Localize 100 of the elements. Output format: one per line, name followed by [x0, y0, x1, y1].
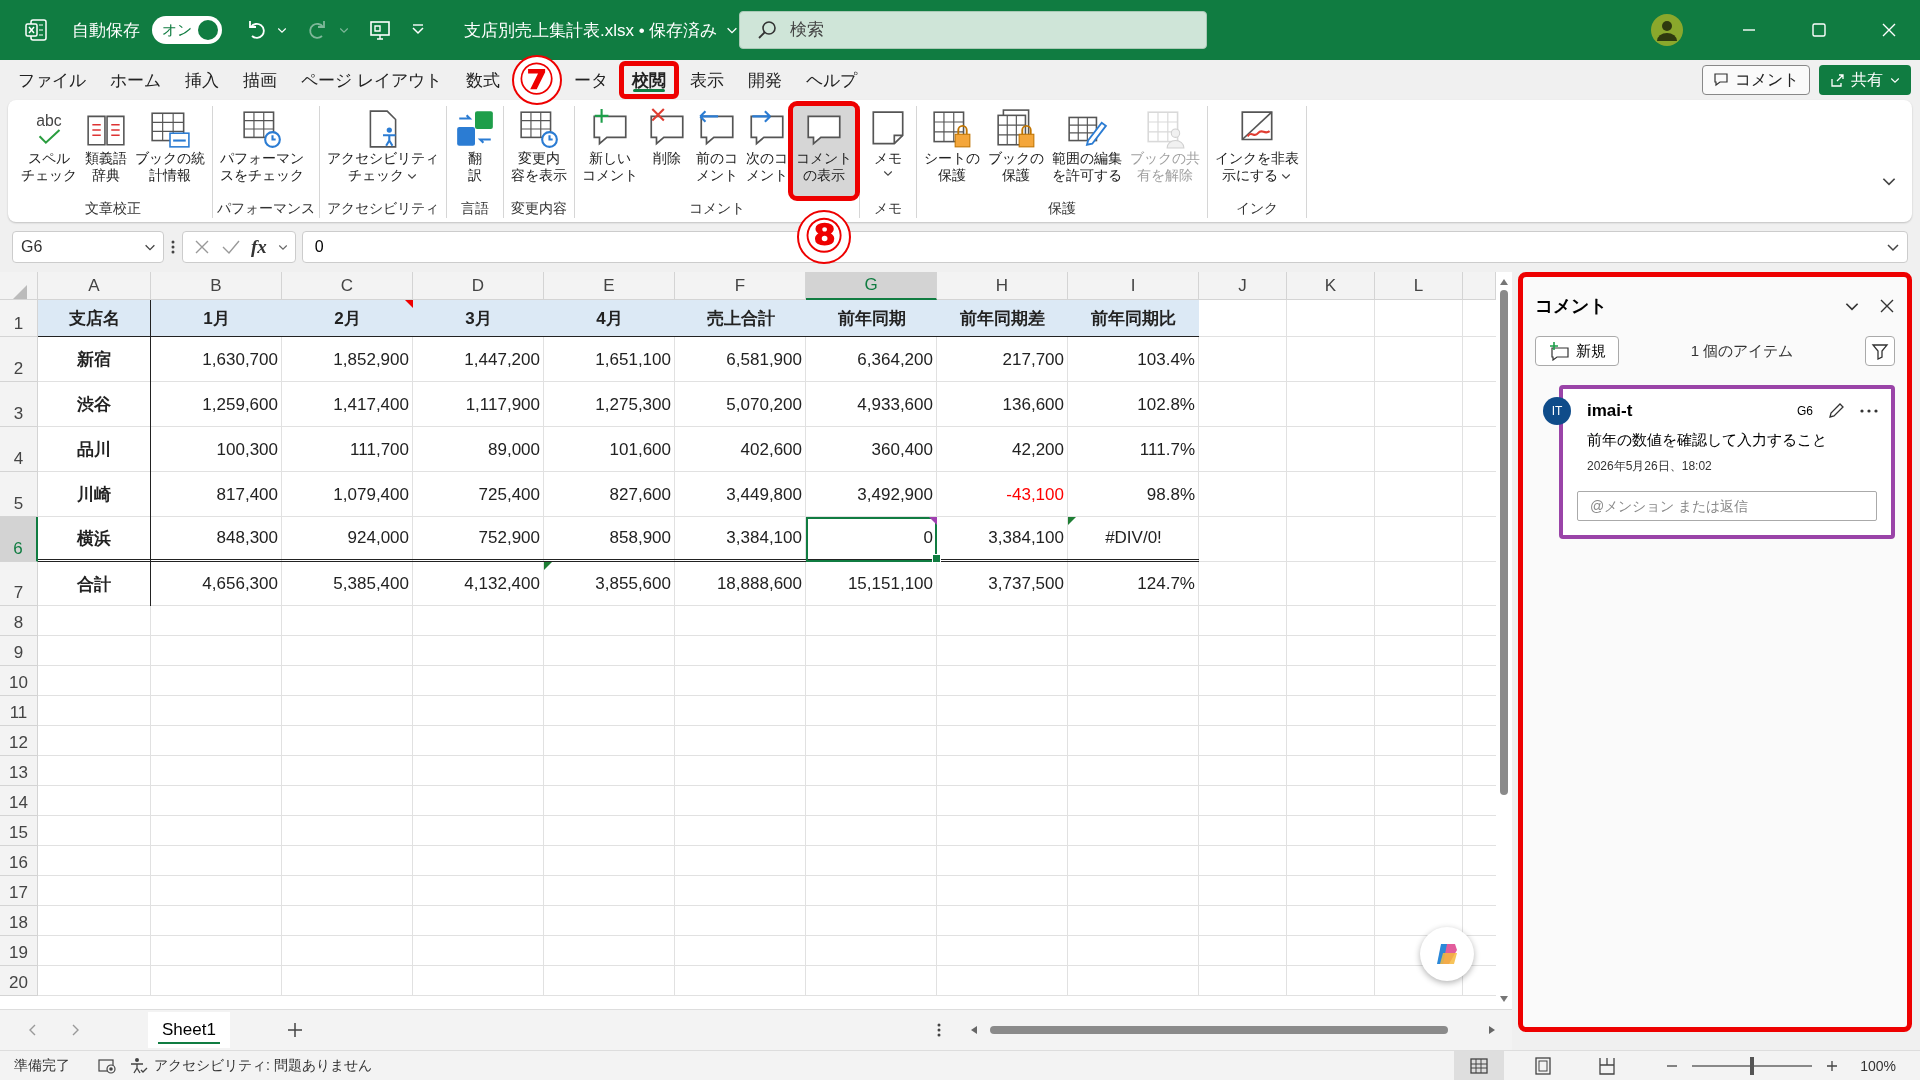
table-cell: 前年同期 — [806, 300, 937, 337]
row-header[interactable]: 10 — [0, 666, 38, 696]
more-options-icon[interactable] — [1859, 408, 1879, 414]
ribbon-tab[interactable]: ファイル — [7, 63, 97, 97]
cell-reference[interactable]: G6 — [1797, 404, 1813, 418]
row-header[interactable]: 1 — [0, 300, 38, 337]
column-header[interactable]: J — [1199, 272, 1287, 300]
row-header[interactable]: 19 — [0, 936, 38, 966]
ribbon-tab[interactable]: ページ レイアウト — [290, 63, 453, 97]
ribbon-button[interactable]: 新しい コメント — [579, 106, 641, 196]
ribbon-button[interactable]: 前のコ メント — [693, 106, 741, 196]
table-cell-text: 725,400 — [477, 483, 541, 506]
new-comment-button[interactable]: 新規 — [1535, 336, 1619, 366]
autosave-toggle[interactable]: オン — [152, 16, 222, 44]
document-title[interactable]: 支店別売上集計表.xlsx • 保存済み — [464, 18, 718, 42]
name-box[interactable]: G6 — [12, 231, 164, 263]
column-header[interactable]: B — [151, 272, 282, 300]
ribbon-tab[interactable]: 描画 — [232, 63, 288, 97]
avatar[interactable] — [1650, 13, 1684, 47]
column-header[interactable]: K — [1287, 272, 1375, 300]
row-header[interactable]: 16 — [0, 846, 38, 876]
slider-thumb[interactable] — [1750, 1056, 1755, 1075]
row-header[interactable]: 4 — [0, 427, 38, 472]
add-sheet-icon[interactable] — [285, 1021, 304, 1039]
cancel-icon[interactable] — [193, 238, 211, 256]
row-header[interactable]: 9 — [0, 636, 38, 666]
search-field[interactable]: 検索 — [739, 11, 1208, 49]
ribbon-tab[interactable]: ヘルプ — [794, 63, 868, 97]
column-header[interactable]: I — [1068, 272, 1199, 300]
ribbon-tab[interactable]: 数式 — [454, 63, 511, 97]
ribbon-button[interactable]: インクを非表 示にする — [1212, 106, 1302, 196]
column-header[interactable]: C — [282, 272, 413, 300]
fill-handle[interactable] — [932, 554, 941, 563]
scroll-left-icon[interactable] — [970, 1025, 978, 1035]
column-header[interactable]: D — [413, 272, 544, 300]
comments-button[interactable]: コメント — [1702, 65, 1810, 95]
ribbon-tab[interactable]: 開発 — [736, 63, 793, 97]
ribbon-tab[interactable]: 挿入 — [174, 63, 230, 97]
insert-function-button[interactable]: fx — [251, 236, 267, 258]
ribbon-button[interactable]: メモ — [864, 106, 912, 196]
copilot-button[interactable] — [1420, 927, 1474, 981]
scroll-up-icon[interactable] — [1499, 278, 1509, 286]
ribbon-button[interactable]: シートの 保護 — [921, 106, 983, 196]
row-header[interactable]: 8 — [0, 606, 38, 636]
maximize-icon[interactable] — [1809, 20, 1829, 40]
row-header[interactable]: 6 — [0, 517, 38, 562]
ribbon-button[interactable]: 範囲の編集 を許可する — [1049, 106, 1125, 196]
column-header[interactable]: H — [937, 272, 1068, 300]
spreadsheet-app-icon[interactable] — [24, 18, 48, 42]
ribbon-button[interactable]: 類義語 辞典 — [82, 106, 130, 196]
enter-icon[interactable] — [221, 238, 241, 256]
screen-capture-icon[interactable] — [368, 18, 392, 42]
more-options-icon[interactable] — [170, 238, 176, 256]
row-header[interactable]: 3 — [0, 382, 38, 427]
ribbon-button[interactable]: abc スペル チェック — [18, 106, 80, 196]
column-header[interactable]: L — [1375, 272, 1463, 300]
row-header[interactable]: 14 — [0, 786, 38, 816]
scrollbar-thumb[interactable] — [1500, 290, 1508, 795]
ribbon-button[interactable]: 削除 — [643, 106, 691, 196]
zoom-percent[interactable]: 100% — [1860, 1057, 1896, 1074]
ribbon-tab[interactable]: ホーム — [99, 63, 172, 97]
reply-field[interactable]: @メンション または返信 — [1577, 491, 1877, 521]
row-header[interactable]: 12 — [0, 726, 38, 756]
ribbon-tab[interactable]: ータ — [562, 63, 619, 97]
ribbon-button[interactable]: 変更内 容を表示 — [508, 106, 570, 196]
share-button[interactable]: 共有 — [1819, 65, 1911, 95]
sheet-tab[interactable]: Sheet1 — [148, 1012, 230, 1048]
close-icon[interactable] — [1879, 298, 1895, 314]
ribbon-button[interactable]: ブックの統 計情報 — [132, 106, 208, 196]
more-options-icon[interactable] — [936, 1021, 942, 1039]
row-header[interactable]: 20 — [0, 966, 38, 996]
table-clock-icon — [518, 108, 560, 150]
row-header[interactable]: 5 — [0, 472, 38, 517]
scroll-down-icon[interactable] — [1499, 995, 1509, 1003]
ribbon-button[interactable]: 次のコ メント — [743, 106, 791, 196]
column-header[interactable]: E — [544, 272, 675, 300]
ribbon-button[interactable]: ブックの 保護 — [985, 106, 1047, 196]
ribbon-tab[interactable]: 表示 — [678, 63, 735, 97]
filter-button[interactable] — [1865, 336, 1895, 366]
zoom-in-icon[interactable] — [1826, 1059, 1839, 1072]
edit-icon[interactable] — [1827, 402, 1845, 420]
column-header[interactable]: F — [675, 272, 806, 300]
ribbon-button[interactable]: 翻 訳 — [451, 106, 499, 196]
row-header[interactable]: 15 — [0, 816, 38, 846]
ribbon-tab[interactable]: 校閲 — [620, 63, 677, 97]
ribbon-button[interactable]: パフォーマン スをチェック — [217, 106, 307, 196]
scroll-right-icon[interactable] — [1488, 1025, 1496, 1035]
column-header[interactable]: G — [806, 272, 937, 300]
row-header[interactable]: 7 — [0, 562, 38, 606]
row-header[interactable]: 18 — [0, 906, 38, 936]
scrollbar-thumb[interactable] — [990, 1026, 1448, 1034]
column-header[interactable]: A — [38, 272, 151, 300]
ribbon-button[interactable]: アクセシビリティ チェック — [324, 106, 442, 196]
macro-record-icon[interactable] — [98, 1057, 116, 1074]
view-button[interactable] — [1454, 1051, 1505, 1080]
row-header[interactable]: 17 — [0, 876, 38, 906]
accessibility-status[interactable]: アクセシビリティ: 問題ありません — [154, 1056, 372, 1075]
row-header[interactable]: 11 — [0, 696, 38, 726]
row-header[interactable]: 13 — [0, 756, 38, 786]
row-header[interactable]: 2 — [0, 337, 38, 382]
